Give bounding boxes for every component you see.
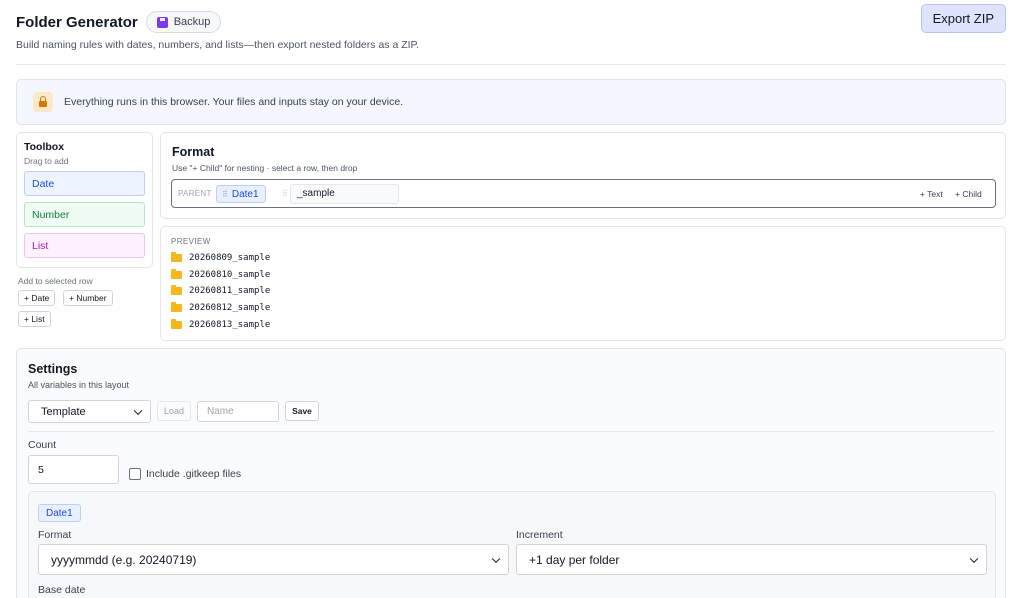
gitkeep-checkbox[interactable] (129, 468, 141, 480)
folder-icon (171, 252, 182, 262)
load-button[interactable]: Load (157, 401, 191, 421)
preview-item-name: 20260810_sample (189, 270, 271, 280)
folder-icon (171, 319, 182, 329)
toolbox-date-chip[interactable]: Date (24, 171, 145, 196)
preview-item-name: 20260812_sample (189, 303, 271, 313)
template-select-value: Template (41, 405, 86, 418)
preview-panel: PREVIEW 20260809_sample 20260810_sample … (160, 226, 1006, 341)
preview-item: 20260811_sample (171, 285, 271, 296)
preview-label: PREVIEW (171, 237, 211, 246)
format-row[interactable]: PARENT ⠿ Date1 ⠿ _sample + Text + Child (171, 179, 996, 208)
backup-button[interactable]: Backup (145, 11, 222, 33)
template-select[interactable]: Template (28, 400, 151, 423)
date-variable-card: Date1 Format yyyymmdd (e.g. 20240719) In… (28, 491, 996, 598)
floppy-disk-icon (156, 16, 168, 28)
add-text-button[interactable]: + Text (920, 189, 943, 199)
add-child-button[interactable]: + Child (955, 189, 982, 199)
preview-item-name: 20260813_sample (189, 320, 271, 330)
chevron-down-icon (133, 406, 143, 415)
toolbox-panel: Toolbox Drag to add Date Number List (16, 132, 153, 268)
drag-handle-icon[interactable]: ⠿ (222, 190, 228, 199)
text-segment-input[interactable]: _sample (290, 184, 399, 204)
preview-item: 20260809_sample (171, 252, 271, 263)
backup-label: Backup (173, 16, 211, 28)
gitkeep-label: Include .gitkeep files (146, 468, 242, 480)
drag-handle-icon[interactable]: ⠿ (282, 189, 288, 198)
folder-icon (171, 285, 182, 295)
chevron-down-icon (969, 554, 979, 563)
count-label: Count (28, 439, 57, 451)
settings-panel: Settings All variables in this layout Te… (16, 348, 1006, 598)
add-to-row-label: Add to selected row (18, 276, 93, 286)
count-input[interactable]: 5 (28, 455, 119, 484)
app: Folder Generator Backup Export ZIP Build… (0, 0, 1024, 598)
preview-item: 20260813_sample (171, 319, 271, 330)
folder-icon (171, 269, 182, 279)
format-subtitle: Use "+ Child" for nesting · select a row… (172, 163, 358, 173)
toolbox-list-chip[interactable]: List (24, 233, 145, 258)
template-name-input[interactable]: Name (197, 401, 279, 422)
add-number-button[interactable]: + Number (63, 290, 113, 306)
export-zip-button[interactable]: Export ZIP (920, 4, 1006, 33)
increment-value: +1 day per folder (529, 552, 620, 567)
header: Folder Generator Backup Export ZIP (16, 4, 1006, 36)
increment-select[interactable]: +1 day per folder (516, 544, 987, 575)
preview-item: 20260810_sample (171, 269, 271, 280)
row-parent-label: PARENT (178, 189, 212, 198)
lock-icon (33, 92, 53, 112)
toolbox-number-chip[interactable]: Number (24, 202, 145, 227)
settings-divider (28, 431, 994, 432)
format-title: Format (172, 145, 215, 159)
settings-title: Settings (28, 362, 78, 376)
app-subtitle: Build naming rules with dates, numbers, … (16, 39, 420, 51)
date-format-value: yyyymmdd (e.g. 20240719) (51, 552, 197, 567)
preview-item: 20260812_sample (171, 302, 271, 313)
save-template-button[interactable]: Save (285, 401, 319, 421)
preview-item-name: 20260811_sample (189, 286, 271, 296)
preview-item-name: 20260809_sample (189, 253, 271, 263)
date-token-label: Date1 (231, 188, 259, 200)
add-date-button[interactable]: + Date (18, 290, 56, 306)
base-date-label: Base date (38, 584, 86, 596)
app-title: Folder Generator (16, 13, 138, 31)
date-format-label: Format (38, 529, 72, 541)
header-divider (16, 64, 1006, 65)
folder-icon (171, 302, 182, 312)
increment-label: Increment (516, 529, 563, 541)
toolbox-title: Toolbox (24, 141, 65, 153)
date-variable-badge: Date1 (38, 504, 81, 522)
date-token[interactable]: ⠿ Date1 (216, 185, 266, 203)
add-list-button[interactable]: + List (18, 311, 51, 327)
toolbox-subtitle: Drag to add (24, 156, 69, 166)
date-format-select[interactable]: yyyymmdd (e.g. 20240719) (38, 544, 509, 575)
settings-subtitle: All variables in this layout (28, 380, 130, 390)
privacy-notice: Everything runs in this browser. Your fi… (16, 79, 1006, 125)
privacy-notice-text: Everything runs in this browser. Your fi… (64, 96, 404, 108)
chevron-down-icon (491, 554, 501, 563)
format-panel: Format Use "+ Child" for nesting · selec… (160, 132, 1006, 219)
